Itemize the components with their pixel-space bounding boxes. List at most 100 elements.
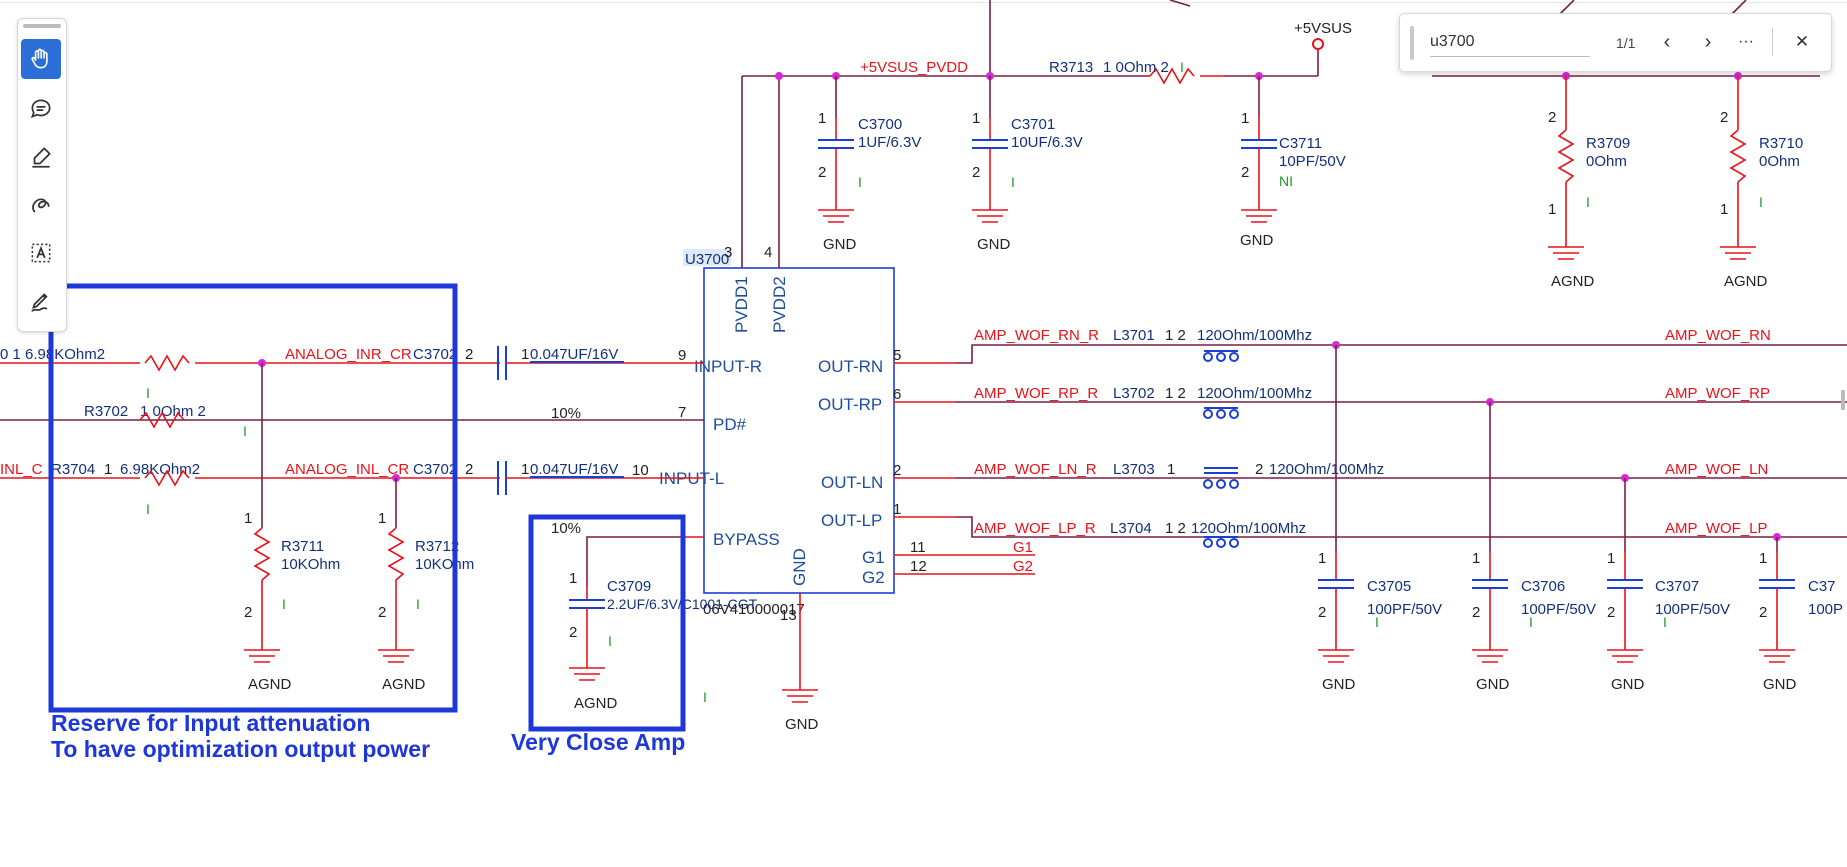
svg-text:3: 3: [724, 244, 732, 261]
svg-text:1: 1: [1607, 550, 1615, 567]
svg-text:GND: GND: [1763, 676, 1797, 693]
more-icon: ···: [1738, 33, 1754, 50]
draw-tool-button[interactable]: [21, 185, 61, 225]
c3701-ref: C3701: [1011, 116, 1055, 133]
find-input[interactable]: [1430, 28, 1590, 57]
svg-text:120Ohm/100Mhz: 120Ohm/100Mhz: [1191, 520, 1306, 537]
svg-text:INPUT-R: INPUT-R: [694, 357, 762, 376]
l3701-ref: L3701: [1113, 327, 1155, 344]
svg-text:GND: GND: [1322, 676, 1356, 693]
schematic-canvas[interactable]: +5VSUS_PVDD 1 2 C3700 1UF/6.3V I GND 1 2…: [0, 0, 1847, 867]
svg-text:AGND: AGND: [382, 676, 426, 693]
svg-text:2: 2: [972, 164, 980, 181]
svg-text:1: 1: [1472, 550, 1480, 567]
toolbar-drag-handle[interactable]: [23, 24, 61, 28]
find-bar-drag-handle[interactable]: [1410, 26, 1414, 60]
r3711-ref: R3711: [281, 538, 324, 555]
svg-text:1: 1: [972, 110, 980, 127]
next-match-button[interactable]: ›: [1694, 28, 1722, 56]
c3700-ref: C3700: [858, 116, 902, 133]
svg-text:I: I: [146, 385, 150, 401]
svg-text:2: 2: [1255, 461, 1263, 478]
svg-text:OUT-LP: OUT-LP: [821, 511, 882, 530]
freehand-icon: [32, 198, 50, 213]
match-count: 1/1: [1616, 35, 1636, 51]
svg-text:I: I: [1663, 614, 1667, 630]
svg-text:10%: 10%: [551, 405, 581, 422]
svg-text:ANALOG_INR_CR: ANALOG_INR_CR: [285, 346, 412, 363]
svg-text:PVDD2: PVDD2: [770, 276, 789, 333]
svg-text:I: I: [1011, 174, 1015, 190]
svg-text:I: I: [1180, 59, 1184, 75]
svg-text:AMP_WOF_RN_R: AMP_WOF_RN_R: [974, 327, 1099, 344]
annotation-toolbar: [17, 18, 67, 332]
svg-text:AGND: AGND: [574, 695, 618, 712]
svg-text:2: 2: [1241, 164, 1249, 181]
svg-text:2: 2: [1548, 109, 1556, 126]
svg-text:1 2: 1 2: [1165, 327, 1186, 344]
highlighter-icon: [32, 147, 51, 168]
svg-text:1: 1: [893, 501, 901, 518]
svg-text:1: 1: [818, 110, 826, 127]
svg-text:2: 2: [569, 624, 577, 641]
agnd-label: AGND: [1551, 273, 1595, 290]
comment-icon: [30, 99, 51, 119]
svg-text:5: 5: [893, 347, 901, 364]
vertical-scrollbar[interactable]: [1839, 0, 1847, 867]
find-bar: 1/1 ‹ › ··· ✕: [1399, 13, 1832, 72]
svg-text:1: 1: [244, 510, 252, 527]
svg-text:GND: GND: [785, 716, 819, 733]
svg-text:AMP_WOF_LP_R: AMP_WOF_LP_R: [974, 520, 1096, 537]
svg-text:AMP_WOF_RP: AMP_WOF_RP: [1665, 385, 1770, 402]
hand-icon: [31, 48, 48, 69]
c3701-value: 10UF/6.3V: [1011, 134, 1083, 151]
svg-text:I: I: [1529, 614, 1533, 630]
r3704-value: 6.98KOhm2: [120, 461, 200, 478]
svg-text:GND: GND: [790, 548, 809, 586]
svg-text:G1: G1: [862, 548, 885, 567]
text-box-tool-button[interactable]: [21, 233, 61, 273]
sign-tool-button[interactable]: [21, 281, 61, 321]
c3711-value: 10PF/50V: [1279, 153, 1346, 170]
svg-text:I: I: [416, 596, 420, 612]
c3708-value: 100P: [1808, 601, 1843, 618]
close-find-button[interactable]: ✕: [1788, 28, 1816, 56]
signature-icon: [31, 293, 48, 312]
svg-text:I: I: [243, 423, 247, 439]
more-options-button[interactable]: ···: [1732, 28, 1760, 56]
r3709-ref: R3709: [1586, 135, 1630, 152]
svg-text:I: I: [703, 689, 707, 705]
svg-text:9: 9: [678, 347, 686, 364]
svg-text:2: 2: [1607, 604, 1615, 621]
svg-text:AMP_WOF_LP: AMP_WOF_LP: [1665, 520, 1768, 537]
prev-match-button[interactable]: ‹: [1653, 28, 1681, 56]
svg-text:G2: G2: [1013, 558, 1033, 575]
gnd-label: GND: [823, 236, 857, 253]
c3703-ref: C3702: [413, 461, 457, 478]
svg-text:1: 1: [1720, 201, 1728, 218]
svg-text:2: 2: [818, 164, 826, 181]
highlight-tool-button[interactable]: [21, 137, 61, 177]
annotation-text-2: To have optimization output power: [51, 736, 430, 762]
find-bar-divider: [1772, 28, 1773, 56]
svg-text:I: I: [608, 633, 612, 649]
svg-text:120Ohm/100Mhz: 120Ohm/100Mhz: [1269, 461, 1384, 478]
r3711-value: 10KOhm: [281, 556, 340, 573]
comment-tool-button[interactable]: [21, 89, 61, 129]
hand-tool-button[interactable]: [21, 39, 61, 79]
scrollbar-thumb[interactable]: [1841, 390, 1845, 410]
svg-text:I: I: [1375, 614, 1379, 630]
svg-text:GND: GND: [1611, 676, 1645, 693]
svg-text:1: 1: [1241, 110, 1249, 127]
svg-text:AMP_WOF_LN: AMP_WOF_LN: [1665, 461, 1768, 478]
svg-text:BYPASS: BYPASS: [713, 530, 780, 549]
svg-text:1: 1: [1167, 461, 1175, 478]
svg-text:2: 2: [893, 462, 901, 479]
svg-text:OUT-RP: OUT-RP: [818, 395, 882, 414]
svg-text:120Ohm/100Mhz: 120Ohm/100Mhz: [1197, 385, 1312, 402]
svg-text:1: 1: [569, 570, 577, 587]
svg-text:I: I: [1586, 194, 1590, 210]
r3704-ref: R3704: [51, 461, 95, 478]
svg-text:I: I: [146, 501, 150, 517]
svg-text:GND: GND: [977, 236, 1011, 253]
